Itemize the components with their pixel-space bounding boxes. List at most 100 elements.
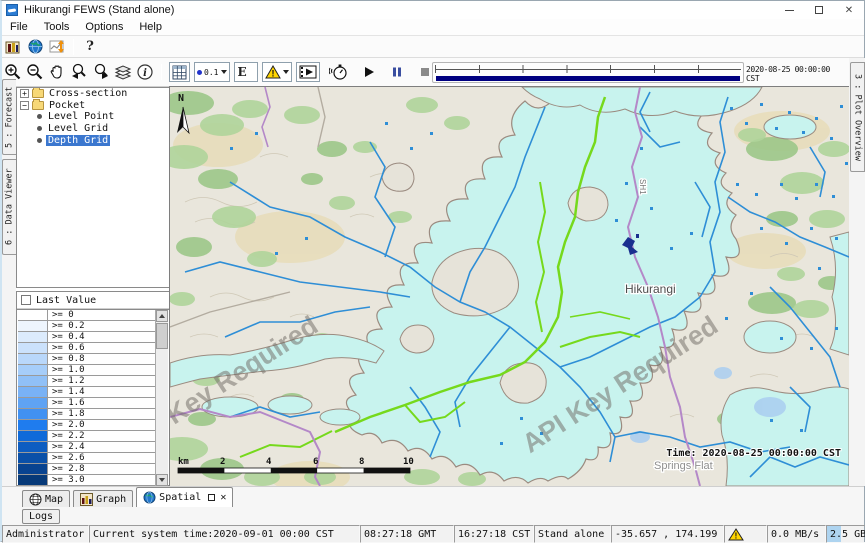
threshold-value-dropdown[interactable]: 0.1 [194, 62, 230, 82]
legend-color-swatch [18, 398, 48, 408]
zoom-next-icon[interactable] [90, 61, 112, 83]
legend-panel: Last Value >= 0>= 0.2>= 0.4>= 0.6>= 0.8>… [16, 291, 170, 486]
legend-row[interactable]: >= 3.0 [18, 475, 155, 486]
tab-data-viewer[interactable]: 6 : Data Viewer [2, 159, 16, 255]
tree-item-level-grid[interactable]: Level Grid [17, 123, 169, 135]
tab-restore-icon[interactable] [208, 494, 215, 501]
layers-icon[interactable] [112, 61, 134, 83]
legend-row[interactable]: >= 0.2 [18, 321, 155, 332]
menu-tools[interactable]: Tools [36, 21, 78, 33]
legend-color-swatch [18, 376, 48, 386]
legend-color-swatch [18, 431, 48, 441]
legend-row[interactable]: >= 1.6 [18, 398, 155, 409]
info-icon[interactable]: i [134, 61, 156, 83]
toolbar-separator [161, 64, 162, 80]
legend-row[interactable]: >= 2.0 [18, 420, 155, 431]
legend-color-swatch [18, 354, 48, 364]
legend-color-swatch [18, 475, 48, 485]
tree-item-pocket[interactable]: − Pocket [17, 100, 169, 112]
current-timestep-label: 2020-08-25 00:00:00 CST [746, 65, 846, 83]
status-segment: Stand alone [534, 525, 611, 543]
scroll-up-icon[interactable] [156, 310, 168, 322]
legend-threshold-label: >= 2.6 [48, 453, 85, 463]
status-bar: AdministratorCurrent system time:2020-09… [2, 525, 864, 543]
legend-row[interactable]: >= 0.4 [18, 332, 155, 343]
menu-help[interactable]: Help [131, 21, 170, 33]
tab-close-icon[interactable]: ✕ [220, 492, 226, 503]
road-label: SH1 [638, 179, 647, 195]
map-time-label: Time: 2020-08-25 00:00:00 CST [666, 447, 841, 459]
close-button[interactable]: ✕ [834, 1, 864, 19]
chevron-down-icon [221, 70, 227, 74]
legend-scrollbar[interactable] [155, 310, 168, 486]
bullet-icon [37, 138, 42, 143]
tree-item-depth-grid[interactable]: Depth Grid [17, 134, 169, 146]
legend-row[interactable]: >= 2.8 [18, 464, 155, 475]
scrollbar-thumb[interactable] [156, 323, 168, 349]
legend-row[interactable]: >= 0.8 [18, 354, 155, 365]
scroll-down-icon[interactable] [156, 474, 168, 486]
tab-graph[interactable]: Graph [73, 490, 133, 507]
legend-threshold-label: >= 0.2 [48, 321, 85, 331]
place-label: Springs Flat [654, 460, 713, 472]
grid-display-button[interactable] [169, 62, 190, 82]
threshold-dot-icon [197, 70, 202, 75]
minimize-button[interactable] [774, 1, 804, 19]
database-viewer-icon[interactable] [2, 37, 24, 57]
legend-toggle-button[interactable]: E [234, 62, 258, 82]
menu-file[interactable]: File [2, 21, 36, 33]
zoom-out-icon[interactable] [24, 61, 46, 83]
app-logo-icon [6, 4, 18, 16]
spatial-map[interactable]: API Key Required API Key Required Hikura… [170, 87, 849, 486]
legend-row[interactable]: >= 2.6 [18, 453, 155, 464]
bullet-icon [37, 126, 42, 131]
svg-text:km: km [178, 457, 189, 467]
tree-item-cross-section[interactable]: + Cross-section [17, 88, 169, 100]
globe-icon [143, 491, 156, 504]
legend-threshold-label: >= 2.2 [48, 431, 85, 441]
legend-row[interactable]: >= 1.4 [18, 387, 155, 398]
zoom-previous-icon[interactable] [68, 61, 90, 83]
animation-movie-button[interactable] [296, 62, 320, 82]
tree-item-level-point[interactable]: Level Point [17, 111, 169, 123]
legend-row[interactable]: >= 1.8 [18, 409, 155, 420]
logs-button[interactable]: Logs [22, 509, 60, 524]
status-segment: Administrator [2, 525, 89, 543]
legend-header: Last Value [17, 292, 169, 309]
legend-row[interactable]: >= 2.4 [18, 442, 155, 453]
tree-expander-icon[interactable]: − [20, 101, 29, 110]
tab-map[interactable]: Map [22, 490, 70, 507]
last-value-label: Last Value [36, 295, 96, 306]
legend-row[interactable]: >= 1.2 [18, 376, 155, 387]
menu-options[interactable]: Options [77, 21, 131, 33]
legend-row[interactable]: >= 0.6 [18, 343, 155, 354]
timer-stopwatch-icon[interactable] [328, 61, 350, 83]
time-slider-range-bar[interactable] [436, 76, 740, 81]
time-slider[interactable] [432, 62, 744, 83]
help-button[interactable]: ? [79, 37, 101, 57]
tab-plot-overview[interactable]: 3 : Plot Overview [850, 62, 865, 172]
tab-spatial[interactable]: Spatial ✕ [136, 487, 233, 507]
legend-threshold-label: >= 0.4 [48, 332, 85, 342]
legend-row[interactable]: >= 0 [18, 310, 155, 321]
legend-threshold-label: >= 2.8 [48, 464, 85, 474]
maximize-button[interactable] [804, 1, 834, 19]
pan-hand-icon[interactable] [46, 61, 68, 83]
pause-button[interactable] [386, 61, 408, 83]
globe-explorer-icon[interactable] [24, 37, 46, 57]
spatial-display-icon[interactable] [46, 37, 68, 57]
legend-row[interactable]: >= 2.2 [18, 431, 155, 442]
town-label: Hikurangi [625, 282, 676, 296]
last-value-checkbox[interactable] [21, 295, 31, 305]
play-button[interactable] [358, 61, 380, 83]
status-warning-cell[interactable]: ! [724, 525, 767, 543]
tab-forecast[interactable]: 5 : Forecast [2, 79, 16, 155]
tree-expander-icon[interactable]: + [20, 89, 29, 98]
main-toolbar: ? [2, 36, 864, 58]
warning-thresholds-dropdown[interactable]: ! [262, 62, 292, 82]
svg-text:N: N [178, 93, 184, 104]
legend-color-swatch [18, 387, 48, 397]
legend-threshold-label: >= 1.4 [48, 387, 85, 397]
legend-row[interactable]: >= 1.0 [18, 365, 155, 376]
warning-icon: ! [728, 528, 744, 541]
